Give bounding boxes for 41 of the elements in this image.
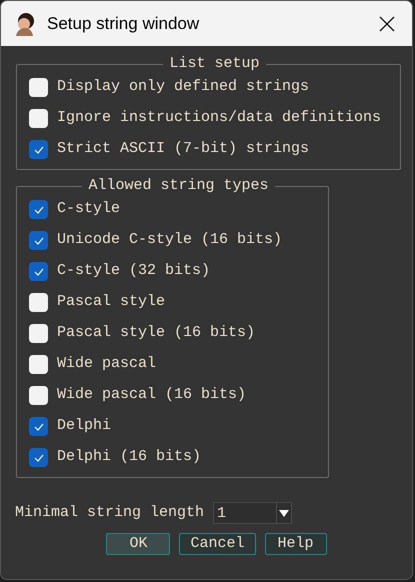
checkbox-label: Display only defined strings (57, 77, 310, 98)
checkbox-label: Pascal style (16 bits) (57, 323, 256, 344)
checkbox-label: Pascal style (57, 292, 166, 312)
close-icon (379, 16, 395, 32)
checkbox[interactable] (29, 448, 48, 467)
check-icon (34, 454, 44, 462)
dialog-button[interactable]: Help (264, 532, 326, 554)
checkbox[interactable] (29, 262, 48, 281)
group-title: Allowed string types (87, 178, 270, 194)
avatar-icon (13, 12, 37, 36)
checkbox[interactable] (29, 355, 48, 374)
checkbox-label: C-style (32 bits) (57, 261, 210, 282)
checkbox-label: C-style (57, 199, 120, 220)
checkbox[interactable] (29, 231, 48, 250)
check-icon (34, 146, 44, 154)
checkbox-label: Wide pascal (16 bits) (57, 385, 246, 406)
check-icon (34, 206, 44, 214)
checkbox-label: Unicode C-style (16 bits) (57, 230, 282, 250)
checkbox-label: Delphi (57, 416, 112, 436)
checkbox-label: Ignore instructions/data definitions (57, 108, 382, 128)
dropdown-arrow-icon (279, 510, 290, 517)
dialog-button[interactable]: OK (106, 532, 170, 554)
checkbox[interactable] (29, 140, 48, 159)
checkbox[interactable] (29, 109, 48, 128)
checkbox[interactable] (29, 386, 48, 405)
dialog-button[interactable]: Cancel (179, 532, 256, 554)
checkbox-label: Strict ASCII (7-bit) strings (57, 139, 310, 160)
checkbox[interactable] (29, 324, 48, 343)
checkbox[interactable] (29, 200, 48, 219)
length-combo-box[interactable]: 1 (213, 502, 292, 524)
checkbox-label: Delphi (16 bits) (57, 447, 202, 468)
check-icon (34, 236, 44, 244)
field-label: Minimal string length (15, 503, 204, 523)
check-icon (34, 422, 44, 430)
group-title: List setup (168, 56, 260, 72)
checkbox[interactable] (29, 293, 48, 312)
check-icon (34, 268, 44, 276)
checkbox[interactable] (29, 78, 48, 97)
checkbox[interactable] (29, 417, 48, 436)
checkbox-label: Wide pascal (57, 354, 156, 374)
window-title: Setup string window (47, 12, 200, 35)
